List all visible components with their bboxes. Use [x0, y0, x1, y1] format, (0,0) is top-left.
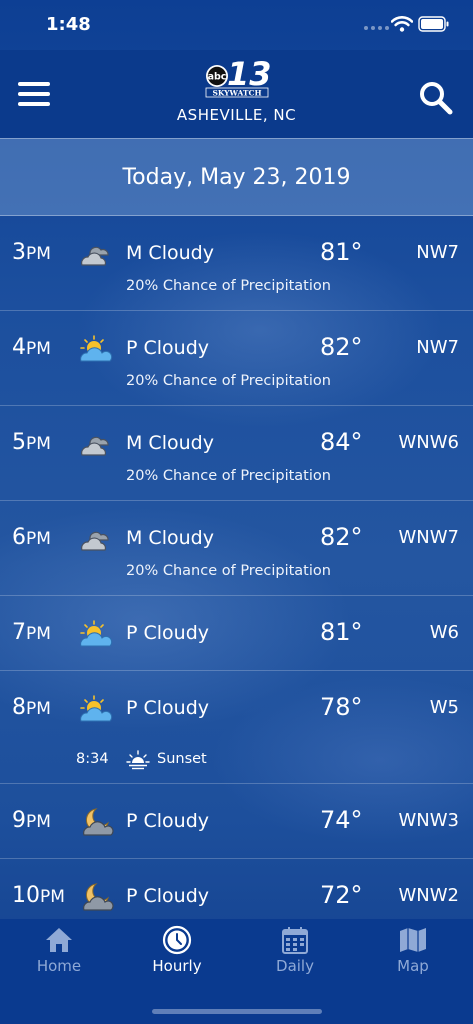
location-label: ASHEVILLE, NC — [176, 106, 297, 124]
home-indicator[interactable] — [152, 1009, 322, 1014]
hour-time: 8PM — [12, 695, 51, 720]
hour-wind: WNW3 — [398, 810, 459, 831]
tab-home-label: Home — [36, 957, 82, 975]
menu-icon-line — [18, 92, 50, 96]
tab-map[interactable]: Map — [354, 919, 472, 989]
menu-icon-line — [18, 82, 50, 86]
hour-wind: W6 — [429, 622, 459, 643]
logo-brand: abc — [208, 72, 227, 83]
partly-cloudy-night-icon — [83, 883, 114, 911]
hour-condition: M Cloudy — [126, 242, 214, 264]
hour-temperature: 81° — [320, 618, 363, 646]
cellular-signal-icon — [364, 26, 389, 30]
hour-temperature: 82° — [320, 333, 363, 361]
hour-time: 6PM — [12, 525, 51, 550]
hour-row[interactable]: 10PM P Cloudy 72° WNW2 — [0, 859, 473, 919]
hour-precipitation: 20% Chance of Precipitation — [126, 373, 331, 389]
tab-hourly[interactable]: Hourly — [118, 919, 236, 989]
hour-temperature: 72° — [320, 881, 363, 909]
logo-number: 13 — [227, 56, 271, 93]
hour-row[interactable]: 4PM P Cloudy 82° NW7 20% Chance of Preci… — [0, 311, 473, 406]
sunset-label: Sunset — [157, 751, 207, 767]
hour-time: 9PM — [12, 808, 51, 833]
hour-wind: W5 — [429, 697, 459, 718]
sunset-icon — [126, 750, 150, 770]
mostly-cloudy-icon — [81, 436, 109, 456]
hour-wind: NW7 — [416, 242, 459, 263]
app-screen: 1:48 13 abc SKYWATCH ASHEVILLE, NC Today… — [0, 0, 473, 1024]
tab-daily-label: Daily — [276, 957, 314, 975]
hour-time: 7PM — [12, 620, 51, 645]
mostly-cloudy-icon — [81, 531, 109, 551]
hourly-list[interactable]: 3PM M Cloudy 81° NW7 20% Chance of Preci… — [0, 216, 473, 919]
hour-row[interactable]: 9PM P Cloudy 74° WNW3 — [0, 784, 473, 859]
search-button[interactable] — [418, 80, 454, 116]
sunset-time: 8:34 — [76, 751, 109, 767]
hour-time: 4PM — [12, 335, 51, 360]
status-time: 1:48 — [46, 14, 91, 35]
map-icon — [400, 928, 426, 952]
mostly-cloudy-icon — [81, 246, 109, 266]
hour-precipitation: 20% Chance of Precipitation — [126, 278, 331, 294]
hour-temperature: 74° — [320, 806, 363, 834]
tab-bar: Home Hourly Daily Map — [0, 919, 473, 1024]
tab-hourly-label: Hourly — [152, 957, 202, 975]
hour-time: 5PM — [12, 430, 51, 455]
hour-precipitation: 20% Chance of Precipitation — [126, 468, 331, 484]
status-bar: 1:48 — [0, 0, 473, 50]
search-icon — [420, 82, 453, 115]
clock-icon — [162, 925, 192, 955]
hour-wind: WNW6 — [398, 432, 459, 453]
wifi-icon — [391, 16, 413, 32]
logo-sub: SKYWATCH — [212, 89, 261, 98]
hour-temperature: 78° — [320, 693, 363, 721]
calendar-icon — [282, 927, 308, 954]
date-banner: Today, May 23, 2019 — [0, 138, 473, 216]
hour-row[interactable]: 8PM P Cloudy 78° W5 8:34 Sunset — [0, 671, 473, 784]
hour-row[interactable]: 7PM P Cloudy 81° W6 — [0, 596, 473, 671]
hour-time: 3PM — [12, 240, 51, 265]
hour-wind: WNW2 — [398, 885, 459, 906]
app-header: 13 abc SKYWATCH ASHEVILLE, NC — [0, 50, 473, 138]
partly-cloudy-day-icon — [80, 695, 113, 722]
partly-cloudy-day-icon — [80, 335, 113, 362]
hour-wind: WNW7 — [398, 527, 459, 548]
battery-icon — [418, 16, 449, 32]
home-icon — [46, 928, 72, 952]
hour-condition: P Cloudy — [126, 810, 210, 832]
tab-map-label: Map — [397, 957, 429, 975]
hour-row[interactable]: 6PM M Cloudy 82° WNW7 20% Chance of Prec… — [0, 501, 473, 596]
station-logo: 13 abc SKYWATCH — [205, 56, 271, 98]
hour-temperature: 84° — [320, 428, 363, 456]
hour-wind: NW7 — [416, 337, 459, 358]
hour-condition: M Cloudy — [126, 432, 214, 454]
hour-condition: P Cloudy — [126, 697, 210, 719]
hour-condition: P Cloudy — [126, 622, 210, 644]
tab-daily[interactable]: Daily — [236, 919, 354, 989]
hour-temperature: 82° — [320, 523, 363, 551]
hour-row[interactable]: 5PM M Cloudy 84° WNW6 20% Chance of Prec… — [0, 406, 473, 501]
hour-temperature: 81° — [320, 238, 363, 266]
tab-home[interactable]: Home — [0, 919, 118, 989]
hour-condition: P Cloudy — [126, 337, 210, 359]
hour-precipitation: 20% Chance of Precipitation — [126, 563, 331, 579]
hour-condition: M Cloudy — [126, 527, 214, 549]
hour-condition: P Cloudy — [126, 885, 210, 907]
partly-cloudy-night-icon — [83, 808, 114, 836]
partly-cloudy-day-icon — [80, 620, 113, 647]
hour-time: 10PM — [12, 883, 65, 908]
hour-row[interactable]: 3PM M Cloudy 81° NW7 20% Chance of Preci… — [0, 216, 473, 311]
